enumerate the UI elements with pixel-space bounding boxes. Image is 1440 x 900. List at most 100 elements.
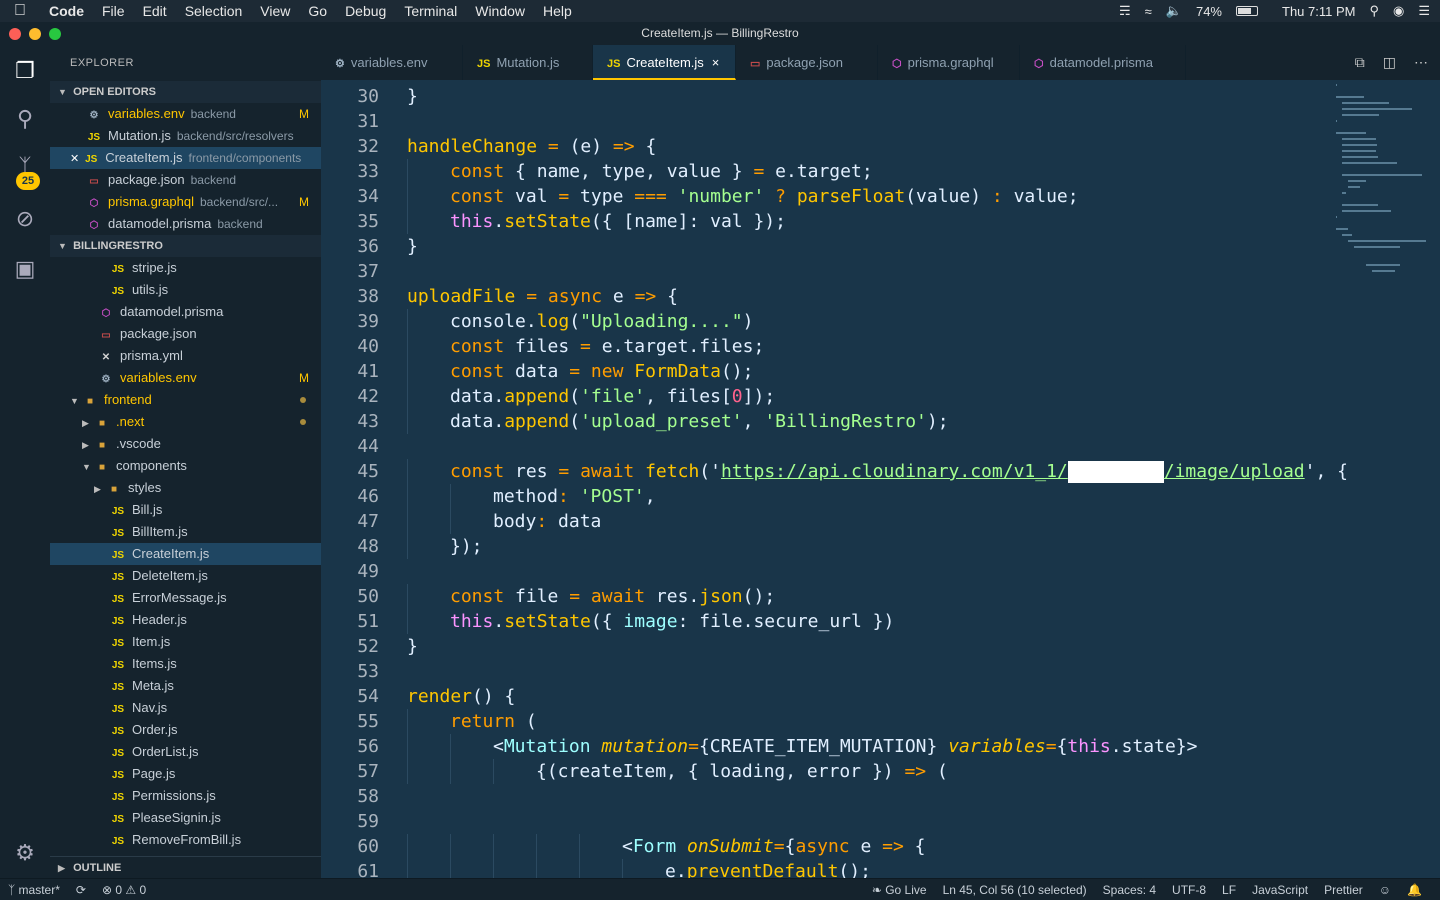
prettier-status[interactable]: Prettier [1316,883,1371,897]
git-branch[interactable]: ᛉ master* [0,883,68,897]
tree-file[interactable]: JS CreateItem.js [50,543,321,565]
open-editors-header[interactable]: ▼ OPEN EDITORS [50,81,321,103]
outline-header[interactable]: ▶ OUTLINE [50,856,321,878]
tree-file[interactable]: JS Page.js [50,763,321,785]
tree-file[interactable]: JS Header.js [50,609,321,631]
sync-icon[interactable]: ⟳ [68,883,94,897]
chevron-right-icon[interactable]: ▶ [82,434,94,456]
tab-createitem-js[interactable]: JS CreateItem.js × [593,45,736,80]
tree-file[interactable]: ⚙ variables.env M [50,367,321,389]
menu-item-code[interactable]: Code [40,3,93,19]
siri-icon[interactable]: ◉ [1393,3,1404,19]
split-editor-icon[interactable]: ◫ [1383,54,1396,71]
close-icon[interactable]: ✕ [70,153,79,165]
indentation[interactable]: Spaces: 4 [1095,883,1164,897]
extensions-icon[interactable]: ▣ [11,255,39,283]
chevron-right-icon[interactable]: ▶ [82,412,94,434]
menu-item-window[interactable]: Window [466,3,534,19]
clock[interactable]: Thu 7:11 PM [1282,4,1355,19]
menu-item-edit[interactable]: Edit [134,3,176,19]
tab-package-json[interactable]: ▭ package.json [736,45,878,80]
more-actions-icon[interactable]: ⋯ [1414,54,1428,71]
tree-folder[interactable]: ▼ ■ components [50,455,321,477]
tree-file[interactable]: JS Items.js [50,653,321,675]
tree-file[interactable]: JS ErrorMessage.js [50,587,321,609]
tree-file[interactable]: JS OrderList.js [50,741,321,763]
tree-file[interactable]: JS Item.js [50,631,321,653]
problems-indicator[interactable]: ⊗ 0 ⚠ 0 [94,883,154,897]
menu-item-help[interactable]: Help [534,3,581,19]
tree-folder[interactable]: ▶ ■ .vscode [50,433,321,455]
tree-file[interactable]: JS Meta.js [50,675,321,697]
zoom-window-button[interactable] [49,28,61,40]
debug-icon[interactable]: ⊘ [11,205,39,233]
minimize-window-button[interactable] [29,28,41,40]
tab-prisma-graphql[interactable]: ⬡ prisma.graphql [878,45,1020,80]
menu-item-debug[interactable]: Debug [336,3,395,19]
search-icon[interactable]: ⚲ [11,105,39,133]
wifi-icon[interactable]: ≈ [1145,4,1152,19]
language-mode[interactable]: JavaScript [1244,883,1316,897]
settings-gear-icon[interactable]: ⚙ [11,839,39,867]
project-header[interactable]: ▼ BILLINGRESTRO [50,235,321,257]
code-line: 60 <Form onSubmit={async e => { [321,834,1321,859]
tree-file[interactable]: JS BillItem.js [50,521,321,543]
tree-folder[interactable]: ▼ ■ frontend [50,389,321,411]
battery-icon[interactable] [1236,6,1258,16]
open-editor-item[interactable]: ⬡ datamodel.prisma backend [50,213,321,235]
notification-center-icon[interactable]: ☰ [1418,3,1430,19]
menu-item-selection[interactable]: Selection [176,3,252,19]
tree-file[interactable]: ⬡ datamodel.prisma [50,301,321,323]
code-token: method [493,486,559,507]
menu-item-go[interactable]: Go [299,3,336,19]
apple-icon[interactable]:  [0,2,40,20]
tree-file[interactable]: JS stripe.js [50,257,321,279]
tree-file[interactable]: JS DeleteItem.js [50,565,321,587]
chevron-down-icon[interactable]: ▼ [82,456,94,478]
docker-icon[interactable]: ☴ [1119,3,1131,19]
code-token: {(createItem, { loading, error }) [536,761,905,782]
feedback-smiley-icon[interactable]: ☺ [1371,883,1399,897]
tab-variables-env[interactable]: ⚙ variables.env [321,45,463,80]
menu-item-terminal[interactable]: Terminal [395,3,466,19]
cursor-position[interactable]: Ln 45, Col 56 (10 selected) [935,883,1095,897]
open-editor-item[interactable]: JS Mutation.js backend/src/resolvers [50,125,321,147]
menu-item-file[interactable]: File [93,3,134,19]
volume-icon[interactable]: 🔈 [1166,3,1182,19]
explorer-files-icon[interactable]: ❐ [11,57,39,85]
open-editor-item[interactable]: ✕ JS CreateItem.js frontend/components [50,147,321,169]
open-editor-item[interactable]: ⬡ prisma.graphql backend/src/... M [50,191,321,213]
line-number: 59 [357,811,379,832]
minimap[interactable] [1336,80,1426,280]
tree-file[interactable]: JS Order.js [50,719,321,741]
tree-file[interactable]: JS Nav.js [50,697,321,719]
tab-mutation-js[interactable]: JS Mutation.js [463,45,593,80]
tree-file[interactable]: JS PleaseSignin.js [50,807,321,829]
go-live-button[interactable]: ❧ Go Live [864,883,935,897]
close-window-button[interactable] [9,28,21,40]
tree-folder[interactable]: ▶ ■ styles [50,477,321,499]
tree-folder[interactable]: ▶ ■ .next [50,411,321,433]
open-preview-icon[interactable]: ⧉ [1355,54,1365,71]
chevron-down-icon[interactable]: ▼ [70,390,82,412]
tree-file[interactable]: JS Permissions.js [50,785,321,807]
notifications-bell-icon[interactable]: 🔔 [1399,883,1430,897]
code-editor[interactable]: 30} 31 32 handleChange = (e) => {33 const { … [321,80,1440,878]
tree-file[interactable]: JS Bill.js [50,499,321,521]
spotlight-search-icon[interactable]: ⚲ [1369,3,1379,19]
close-tab-icon[interactable]: × [712,55,720,70]
chevron-right-icon[interactable]: ▶ [94,478,106,500]
line-ending[interactable]: LF [1214,883,1244,897]
tree-file[interactable]: JS RemoveFromBill.js [50,829,321,851]
tree-file[interactable]: JS utils.js [50,279,321,301]
menu-item-view[interactable]: View [251,3,299,19]
tab-datamodel-prisma[interactable]: ⬡ datamodel.prisma [1020,45,1186,80]
indent-guide [536,859,537,878]
tree-file[interactable]: ✕ prisma.yml [50,345,321,367]
encoding[interactable]: UTF-8 [1164,883,1214,897]
indent-guide [450,859,451,878]
pkg-icon: ▭ [101,330,111,341]
open-editor-item[interactable]: ▭ package.json backend [50,169,321,191]
tree-file[interactable]: ▭ package.json [50,323,321,345]
open-editor-item[interactable]: ⚙ variables.env backend M [50,103,321,125]
